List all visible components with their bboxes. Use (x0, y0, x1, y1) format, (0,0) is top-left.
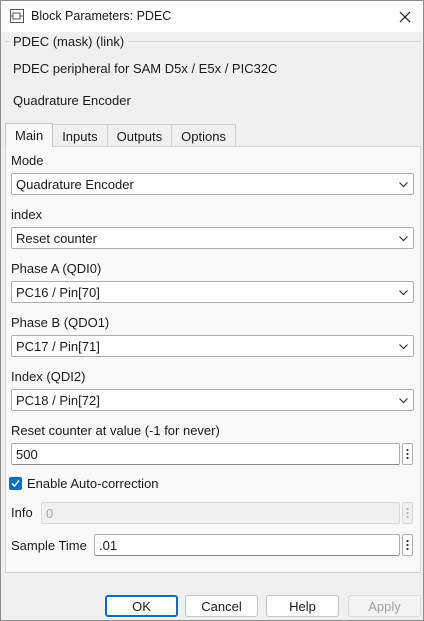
phase-b-dropdown[interactable]: PC17 / Pin[71] (11, 335, 414, 357)
auto-correction-label[interactable]: Enable Auto-correction (27, 476, 159, 491)
close-icon (399, 11, 411, 23)
more-vertical-icon (406, 539, 409, 551)
reset-value-options-button[interactable] (402, 443, 413, 465)
sample-time-value: .01 (99, 537, 118, 553)
info-options-button (402, 502, 413, 524)
mask-description: PDEC peripheral for SAM D5x / E5x / PIC3… (13, 61, 278, 76)
chevron-down-icon (399, 182, 408, 188)
ok-button[interactable]: OK (105, 595, 178, 617)
mask-description-group: PDEC (mask) (link) PDEC peripheral for S… (5, 34, 421, 114)
mask-title: PDEC (mask) (link) (9, 34, 129, 49)
phase-a-value: PC16 / Pin[70] (16, 284, 100, 300)
reset-value-text: 500 (16, 446, 38, 462)
reset-value-label: Reset counter at value (-1 for never) (11, 423, 220, 438)
main-tab-panel: Mode Quadrature Encoder index Reset coun… (5, 146, 421, 573)
sample-time-options-button[interactable] (402, 534, 413, 556)
mask-mode-description: Quadrature Encoder (13, 93, 131, 108)
cancel-button[interactable]: Cancel (185, 595, 258, 617)
title-bar[interactable]: Block Parameters: PDEC (1, 1, 423, 32)
sample-time-input[interactable]: .01 (94, 534, 400, 556)
window-title: Block Parameters: PDEC (31, 9, 172, 23)
more-vertical-icon (406, 507, 409, 519)
close-button[interactable] (393, 5, 417, 29)
sample-time-label: Sample Time (11, 538, 87, 553)
reset-value-input[interactable]: 500 (11, 443, 400, 465)
index-pin-label: Index (QDI2) (11, 369, 86, 384)
mode-dropdown[interactable]: Quadrature Encoder (11, 173, 414, 195)
mode-value: Quadrature Encoder (16, 176, 134, 192)
tab-main[interactable]: Main (5, 123, 54, 147)
tab-inputs[interactable]: Inputs (52, 124, 108, 147)
chevron-down-icon (399, 344, 408, 350)
info-label: Info (11, 505, 33, 520)
apply-button: Apply (348, 595, 421, 617)
phase-a-dropdown[interactable]: PC16 / Pin[70] (11, 281, 414, 303)
chevron-down-icon (399, 290, 408, 296)
info-value: 0 (46, 505, 54, 521)
auto-correction-checkbox[interactable] (9, 477, 22, 490)
phase-b-label: Phase B (QDO1) (11, 315, 110, 330)
index-pin-dropdown[interactable]: PC18 / Pin[72] (11, 389, 414, 411)
mode-label: Mode (11, 153, 44, 168)
phase-a-label: Phase A (QDI0) (11, 261, 102, 276)
help-button[interactable]: Help (266, 595, 339, 617)
chevron-down-icon (399, 398, 408, 404)
tab-outputs[interactable]: Outputs (106, 124, 173, 147)
index-value: Reset counter (16, 230, 97, 246)
info-field: 0 (41, 502, 400, 524)
dialog-window: Block Parameters: PDEC PDEC (mask) (link… (0, 0, 424, 621)
tab-options[interactable]: Options (171, 124, 236, 147)
block-parameters-icon (10, 9, 24, 23)
chevron-down-icon (399, 236, 408, 242)
more-vertical-icon (406, 448, 409, 460)
index-pin-value: PC18 / Pin[72] (16, 392, 100, 408)
tab-bar: Main Inputs Outputs Options (5, 123, 236, 147)
phase-b-value: PC17 / Pin[71] (16, 338, 100, 354)
checkmark-icon (11, 480, 20, 488)
index-label: index (11, 207, 43, 222)
index-dropdown[interactable]: Reset counter (11, 227, 414, 249)
